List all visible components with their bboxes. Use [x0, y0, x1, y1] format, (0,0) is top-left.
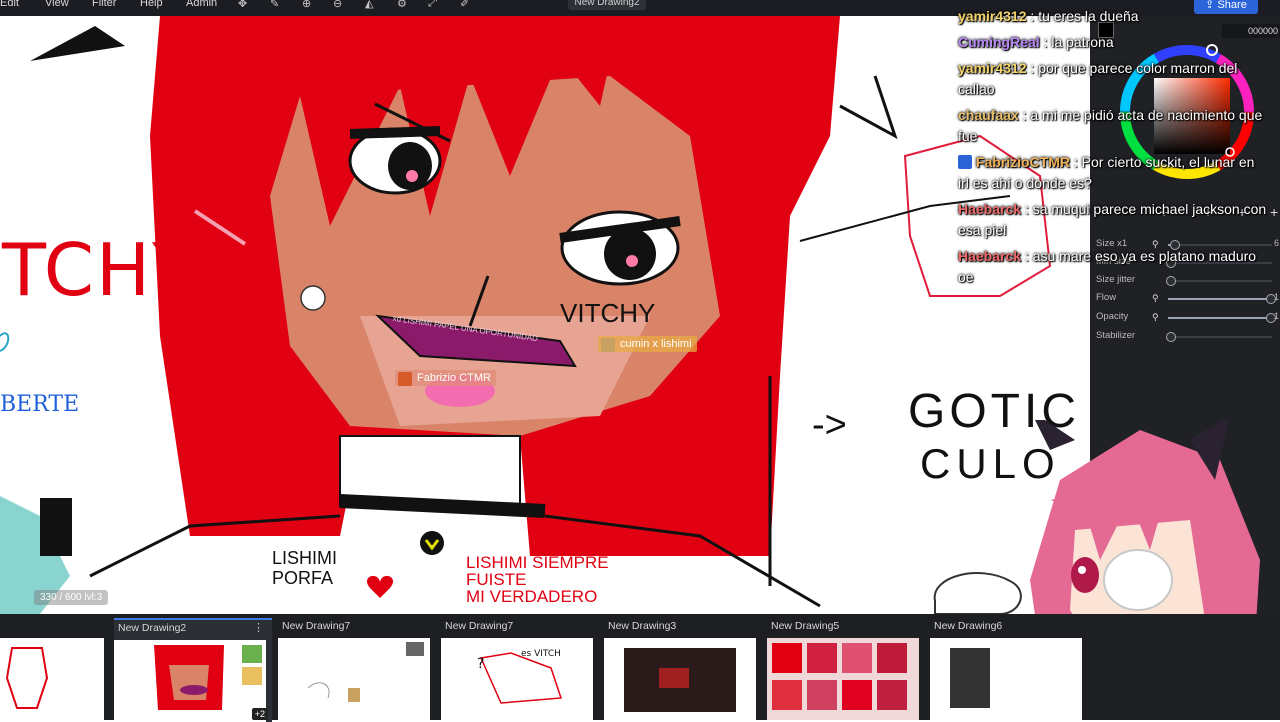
drawing-card[interactable]: New Drawing6: [930, 618, 1088, 720]
menu-edit[interactable]: Edit: [0, 0, 19, 9]
svg-text:es VITCH: es VITCH: [521, 649, 561, 659]
drawing-card-title: New Drawing7: [282, 620, 351, 632]
eyedropper-icon[interactable]: ✐: [460, 0, 469, 10]
flip-icon[interactable]: ◭: [365, 0, 373, 10]
chat-text: tu eres la dueña: [1038, 8, 1139, 24]
chat-username: FabrizioCTMR: [975, 154, 1070, 170]
cursor-avatar: [601, 338, 615, 352]
drawing-thumbnail: es VITCH?: [441, 638, 593, 720]
chat-message: chaufaax : a mi me pidió acta de nacimie…: [958, 105, 1268, 147]
slider-value: 1: [1274, 292, 1280, 302]
drawing-card[interactable]: New Drawing3: [604, 618, 762, 720]
drawing-card-title: New Drawing2: [118, 622, 187, 634]
text-lishimi-porfa: LISHIMI PORFA: [272, 548, 338, 588]
canvas-artwork: [0, 16, 1052, 614]
chat-badge-icon: [958, 155, 972, 169]
slider-opacity[interactable]: Opacity ⚲ 1: [1096, 311, 1280, 325]
more-drawings-badge: +2: [251, 708, 268, 720]
drawing-thumbnail: [114, 640, 266, 722]
drawing-thumbnail: [604, 638, 756, 720]
chat-message: yamir4312 : tu eres la dueña: [958, 6, 1268, 27]
chat-text: la patrona: [1051, 34, 1114, 50]
cursor-name: cumin x lishimi: [620, 338, 692, 350]
chat-message: CumingReal : la patrona: [958, 32, 1268, 53]
lock-icon[interactable]: ⚲: [1152, 293, 1159, 304]
expand-icon[interactable]: ⤢: [428, 0, 437, 10]
slider-label: Flow: [1096, 292, 1117, 303]
slider-value: 1: [1274, 311, 1280, 321]
chat-message: Haebarck : asu mare eso ya es platano ma…: [958, 246, 1268, 288]
menu-help[interactable]: Help: [140, 0, 163, 9]
drawing-canvas[interactable]: TCHY BERTE -> GOTIC CULO LISHIMI PORFA L…: [0, 16, 1090, 614]
drawing-card-title: New Drawing6: [934, 620, 1003, 632]
text-berte: BERTE: [0, 392, 80, 417]
drawing-card-active[interactable]: New Drawing2 ⋮ +2: [114, 618, 272, 722]
move-icon[interactable]: ✥: [238, 0, 247, 10]
zoom-out-icon[interactable]: ⊖: [333, 0, 342, 10]
text-lishimi-siempre: LISHIMI SIEMPRE FUISTE MI VERDADERO: [466, 553, 609, 606]
document-tab[interactable]: New Drawing2: [568, 0, 646, 10]
settings-icon[interactable]: ⚙: [397, 0, 407, 10]
drawing-card[interactable]: New Drawing7 es VITCH?: [441, 618, 599, 720]
cursor-label-cumin: cumin x lishimi: [598, 336, 697, 352]
chat-colon: :: [1073, 154, 1082, 170]
brush-icon[interactable]: ✎: [270, 0, 279, 10]
chat-overlay: yamir4312 : tu eres la dueña CumingReal …: [958, 6, 1268, 293]
menu-admin[interactable]: Admin: [186, 0, 217, 9]
choker: [339, 494, 546, 518]
lock-icon[interactable]: ⚲: [1152, 312, 1159, 323]
drawing-card[interactable]: New Drawing7: [278, 618, 436, 720]
slider-label: Opacity: [1096, 311, 1129, 322]
menu-view[interactable]: View: [45, 0, 69, 9]
chat-colon: :: [1024, 201, 1033, 217]
drawing-card-title: New Drawing7: [445, 620, 514, 632]
drawing-card-title: New Drawing3: [608, 620, 677, 632]
cursor-avatar: [398, 372, 412, 386]
slider-flow[interactable]: Flow ⚲ 1: [1096, 292, 1280, 306]
zoom-in-icon[interactable]: ⊕: [302, 0, 311, 10]
drawing-thumbnail: [767, 638, 919, 720]
add-preset-icon[interactable]: +: [1270, 204, 1278, 220]
svg-text:?: ?: [477, 656, 484, 672]
chat-message: FabrizioCTMR : Por cierto suckit, el lun…: [958, 152, 1268, 194]
cursor-name: Fabrizio CTMR: [417, 372, 491, 384]
drawing-card-title: New Drawing5: [771, 620, 840, 632]
cursor-label-fabrizio: Fabrizio CTMR: [395, 370, 496, 386]
chat-username: yamir4312: [958, 8, 1027, 24]
chat-username: yamir4312: [958, 60, 1027, 76]
chat-username: CumingReal: [958, 34, 1040, 50]
drawing-thumbnail: [930, 638, 1082, 720]
drawing-thumbnail: [0, 638, 104, 720]
text-tchy: TCHY: [2, 228, 199, 312]
drawings-strip: New Drawing2 ⋮ +2 New Drawing7 New Drawi…: [0, 614, 1280, 722]
drawing-card[interactable]: New Drawing5: [767, 618, 925, 720]
horn-left: [30, 26, 125, 61]
slider-stabilizer[interactable]: Stabilizer: [1096, 330, 1280, 344]
drawing-thumbnail: [278, 638, 430, 720]
zoom-readout: 330 / 600 lvl:3: [34, 590, 109, 605]
menu-filter[interactable]: Filter: [92, 0, 116, 9]
chat-message: Haebarck : sa muqui parece michael jacks…: [958, 199, 1268, 241]
eyelash-left: [349, 126, 441, 139]
chat-message: yamir4312 : por que parece color marron …: [958, 58, 1268, 100]
text-arrow: ->: [812, 404, 847, 446]
flower-doodle: [300, 285, 326, 311]
chat-username: Haebarck: [958, 201, 1022, 217]
heart-pendant: [420, 531, 444, 555]
slider-label: Stabilizer: [1096, 330, 1136, 341]
chat-colon: :: [1024, 248, 1033, 264]
chat-username: chaufaax: [958, 107, 1019, 123]
text-vitchy: VITCHY: [560, 298, 656, 328]
drawing-card[interactable]: [0, 618, 110, 720]
chat-username: Haebarck: [958, 248, 1022, 264]
slider-value: 6: [1274, 238, 1280, 248]
card-menu-icon[interactable]: ⋮: [253, 621, 264, 634]
